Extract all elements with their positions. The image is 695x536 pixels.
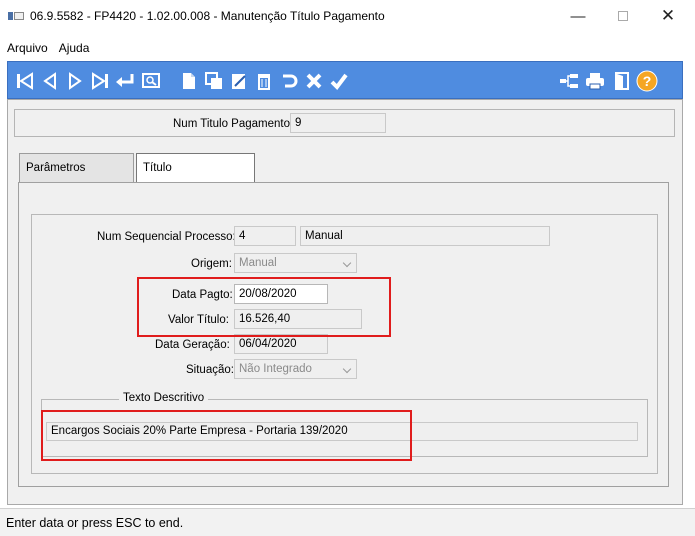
copy-icon[interactable] xyxy=(203,70,225,92)
data-geracao-label: Data Geração: xyxy=(155,339,230,351)
undo-icon[interactable] xyxy=(278,70,300,92)
minimize-button[interactable]: — xyxy=(563,4,593,28)
chevron-down-icon xyxy=(342,258,352,268)
num-titulo-label: Num Titulo Pagamento: xyxy=(173,118,294,130)
menu-ajuda[interactable]: Ajuda xyxy=(55,41,94,55)
origem-select[interactable]: Manual xyxy=(234,253,357,273)
edit-icon[interactable] xyxy=(228,70,250,92)
status-text: Enter data or press ESC to end. xyxy=(6,516,184,530)
highlight-box-texto xyxy=(41,410,412,461)
origem-label: Origem: xyxy=(191,258,232,270)
tab-parametros[interactable]: Parâmetros xyxy=(19,153,134,182)
help-icon[interactable]: ? xyxy=(636,70,658,92)
menu-arquivo[interactable]: Arquivo xyxy=(3,41,52,55)
situacao-label: Situação: xyxy=(186,364,234,376)
svg-text:?: ? xyxy=(643,73,652,89)
situacao-value: Não Integrado xyxy=(239,363,312,375)
num-titulo-field[interactable]: 9 xyxy=(290,113,386,133)
next-icon[interactable] xyxy=(64,70,86,92)
tab-titulo[interactable]: Título xyxy=(136,153,255,182)
exit-icon[interactable] xyxy=(611,70,633,92)
num-seq-desc: Manual xyxy=(300,226,550,246)
delete-icon[interactable] xyxy=(253,70,275,92)
menu-bar: Arquivo Ajuda xyxy=(0,37,93,59)
cancel-icon[interactable] xyxy=(303,70,325,92)
maximize-icon xyxy=(618,11,628,21)
save-icon[interactable] xyxy=(328,70,350,92)
navigate-icon[interactable] xyxy=(558,70,580,92)
first-icon[interactable] xyxy=(14,70,36,92)
situacao-select[interactable]: Não Integrado xyxy=(234,359,357,379)
return-icon[interactable] xyxy=(114,70,136,92)
toolbar: ? xyxy=(7,61,683,99)
num-seq-label: Num Sequencial Processo: xyxy=(97,231,236,243)
maximize-button[interactable] xyxy=(608,4,638,28)
texto-descritivo-legend: Texto Descritivo xyxy=(119,392,209,404)
zoom-icon[interactable] xyxy=(140,70,162,92)
last-icon[interactable] xyxy=(89,70,111,92)
chevron-down-icon xyxy=(342,364,352,374)
new-icon[interactable] xyxy=(178,70,200,92)
previous-icon[interactable] xyxy=(39,70,61,92)
highlight-box-date-value xyxy=(137,277,391,337)
num-seq-field[interactable]: 4 xyxy=(234,226,296,246)
origem-value: Manual xyxy=(239,257,277,269)
data-geracao-field[interactable]: 06/04/2020 xyxy=(234,334,328,354)
close-button[interactable]: ✕ xyxy=(653,4,683,28)
app-icon xyxy=(8,10,24,22)
print-icon[interactable] xyxy=(584,70,606,92)
window-title: 06.9.5582 - FP4420 - 1.02.00.008 - Manut… xyxy=(30,9,385,23)
